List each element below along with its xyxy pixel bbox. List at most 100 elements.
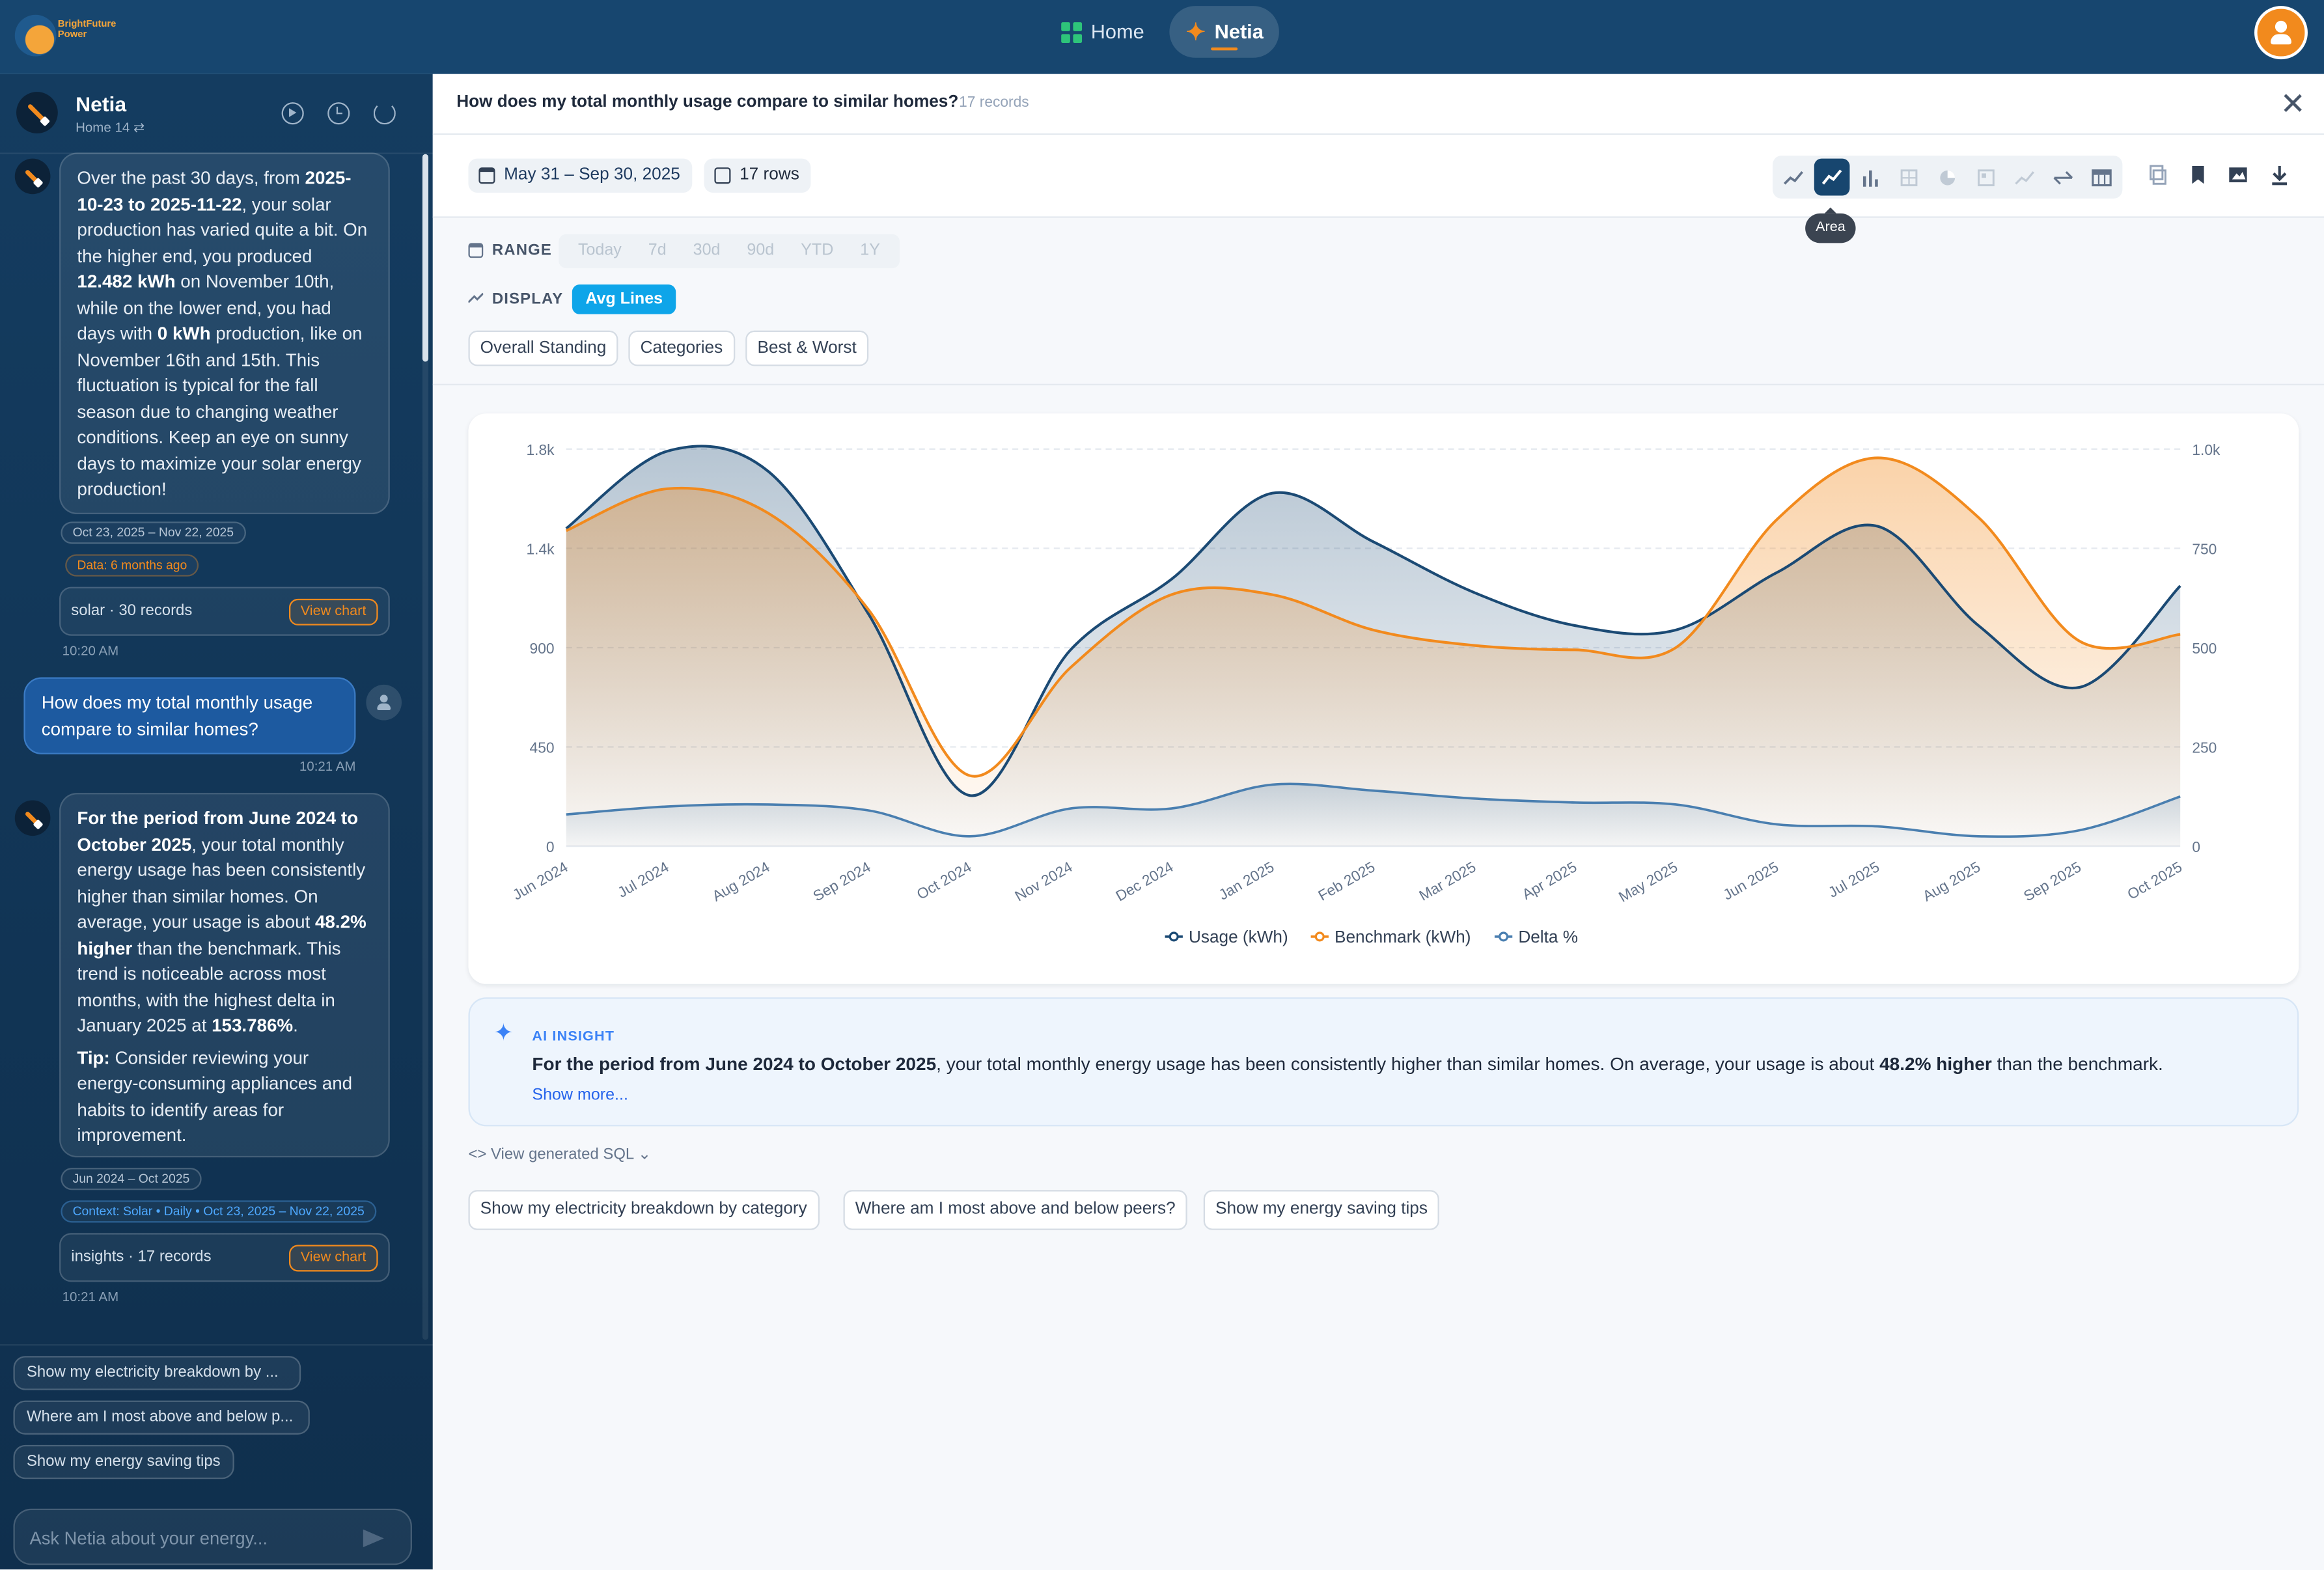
chat-sidebar: Netia Home 14 ⇄ Over the past 30 days, f… [0,74,433,1570]
chat-home-switcher[interactable]: Home 14 ⇄ [76,120,145,136]
chart-filters: RANGE Today 7d 30d 90d YTD 1Y DISPLAY Av… [432,218,2324,385]
nav-home[interactable]: Home [1045,6,1161,58]
chat-header: Netia Home 14 ⇄ [0,74,433,154]
x-tick-label: Apr 2025 [1519,858,1579,903]
nav-netia-label: Netia [1214,20,1264,44]
x-tick-label: May 2025 [1616,858,1681,905]
overall-standing-button[interactable]: Overall Standing [468,330,618,366]
refresh-icon[interactable] [373,102,396,125]
x-tick-label: Jun 2025 [1720,858,1781,903]
rows-pill[interactable]: 17 rows [704,158,812,193]
view-chart-button[interactable]: View chart [288,598,378,626]
y-tick-label-left: 450 [530,739,555,756]
legend-marker-icon [1314,931,1325,942]
range-90d[interactable]: 90d [734,234,788,268]
y-tick-label-right: 750 [2192,541,2217,558]
x-tick-label: Aug 2024 [709,858,772,904]
view-chart-button[interactable]: View chart [288,1245,378,1272]
range-ytd[interactable]: YTD [788,234,847,268]
best-worst-button[interactable]: Best & Worst [745,330,868,366]
x-tick-label: Nov 2024 [1012,858,1075,904]
heatmap-icon[interactable] [1969,159,2004,196]
ai-insight-card: ✦ AI INSIGHT For the period from June 20… [468,997,2299,1127]
y-tick-label-right: 1.0k [2192,441,2220,458]
message-timestamp: 10:21 AM [62,1289,119,1304]
message-timestamp: 10:20 AM [62,643,119,658]
chat-scrollbar[interactable] [422,154,428,362]
chart-card: 0 450 900 1.4k 1.8k 0 250 500 750 1.0k Jun 2024 Jul… [468,413,2299,984]
divider [0,1344,433,1346]
insight-bold-lead: For the period from June 2024 to October… [532,1053,937,1075]
sun-logo-icon [14,14,57,57]
area-chart-icon[interactable] [1814,158,1850,196]
ai-insight-text: For the period from June 2024 to October… [532,1054,2163,1075]
range-30d[interactable]: 30d [680,234,734,268]
range-label: RANGE [491,241,552,260]
history-icon[interactable] [327,102,350,125]
y-tick-label-left: 0 [546,838,555,855]
netia-avatar [16,92,58,133]
bar-chart-icon[interactable] [1853,159,1888,196]
download-icon[interactable] [2269,165,2293,188]
followup-saving-tips[interactable]: Show my energy saving tips [1203,1190,1440,1230]
nav-netia[interactable]: ✦ Netia [1169,6,1280,58]
sparkle-icon: ✦ [1185,20,1206,46]
date-range-pill[interactable]: May 31 – Sep 30, 2025 [468,158,693,193]
avg-lines-toggle[interactable]: Avg Lines [572,284,676,314]
show-more-link[interactable]: Show more... [532,1086,628,1104]
pie-chart-icon[interactable] [1930,159,1965,196]
person-icon [2269,20,2293,45]
line-chart-icon[interactable] [1776,159,1812,196]
insight-bold-pct: 48.2% higher [1879,1053,1992,1075]
user-avatar[interactable] [2254,6,2308,60]
suggestion-saving-tips[interactable]: Show my energy saving tips [13,1444,234,1480]
chat-input[interactable] [29,1523,341,1554]
close-icon[interactable] [2278,89,2308,119]
legend-item-usage: Usage (kWh) [1165,927,1288,946]
assistant-message-solar: Over the past 30 days, from 2025-10-23 t… [59,152,390,515]
context-chip: Context: Solar • Daily • Oct 23, 2025 – … [61,1200,376,1223]
table-view-icon[interactable] [2084,159,2120,196]
date-range-chip: Oct 23, 2025 – Nov 22, 2025 [61,521,246,544]
legend-marker-icon [1169,931,1179,942]
legend-label: Delta % [1518,927,1578,946]
suggestion-peers[interactable]: Where am I most above and below p... [13,1400,310,1435]
data-age-chip: Data: 6 months ago [65,554,199,577]
compare-icon[interactable] [2045,159,2081,196]
followup-peers[interactable]: Where am I most above and below peers? [843,1190,1187,1230]
insight-tip: Tip: Consider reviewing your energy-cons… [77,1047,353,1146]
records-label: solar · 30 records [71,601,193,620]
play-icon[interactable] [281,102,304,125]
x-tick-label: Jul 2024 [615,858,671,901]
date-range-chip: Jun 2024 – Oct 2025 [61,1168,202,1191]
grid-chart-icon[interactable] [1891,159,1927,196]
insight-text-end: than the benchmark. [1991,1053,2163,1075]
area-chart[interactable]: 0 450 900 1.4k 1.8k 0 250 500 750 1.0k Jun 2024 Jul… [468,413,2299,984]
trend-line-icon[interactable] [2007,159,2043,196]
records-label: insights · 17 records [71,1248,212,1266]
bookmark-add-icon[interactable] [2188,165,2211,188]
copy-icon[interactable] [2148,165,2171,188]
legend-label: Usage (kWh) [1189,927,1288,946]
x-tick-label: Jul 2025 [1825,858,1882,901]
view-sql-toggle[interactable]: <> View generated SQL ⌄ [468,1146,651,1163]
legend-marker-icon [1499,931,1509,942]
y-tick-label-right: 0 [2192,838,2200,855]
brand-logo[interactable]: BrightFuture Power [14,9,118,62]
followup-breakdown[interactable]: Show my electricity breakdown by categor… [468,1190,819,1230]
range-today[interactable]: Today [564,234,635,268]
y-tick-label-right: 250 [2192,739,2217,756]
chart-type-switcher [1773,156,2123,199]
magic-wand-icon [25,810,40,826]
range-7d[interactable]: 7d [635,234,680,268]
range-1y[interactable]: 1Y [847,234,894,268]
code-icon: <> [468,1145,487,1164]
question-header: How does my total monthly usage compare … [432,74,2324,135]
x-tick-label: Aug 2025 [1920,858,1983,904]
image-export-icon[interactable] [2228,165,2251,188]
y-tick-label-left: 900 [530,640,555,657]
categories-button[interactable]: Categories [628,330,735,366]
x-tick-label: Oct 2024 [914,858,975,903]
send-icon[interactable] [363,1529,384,1547]
suggestion-breakdown[interactable]: Show my electricity breakdown by ... [13,1356,301,1390]
